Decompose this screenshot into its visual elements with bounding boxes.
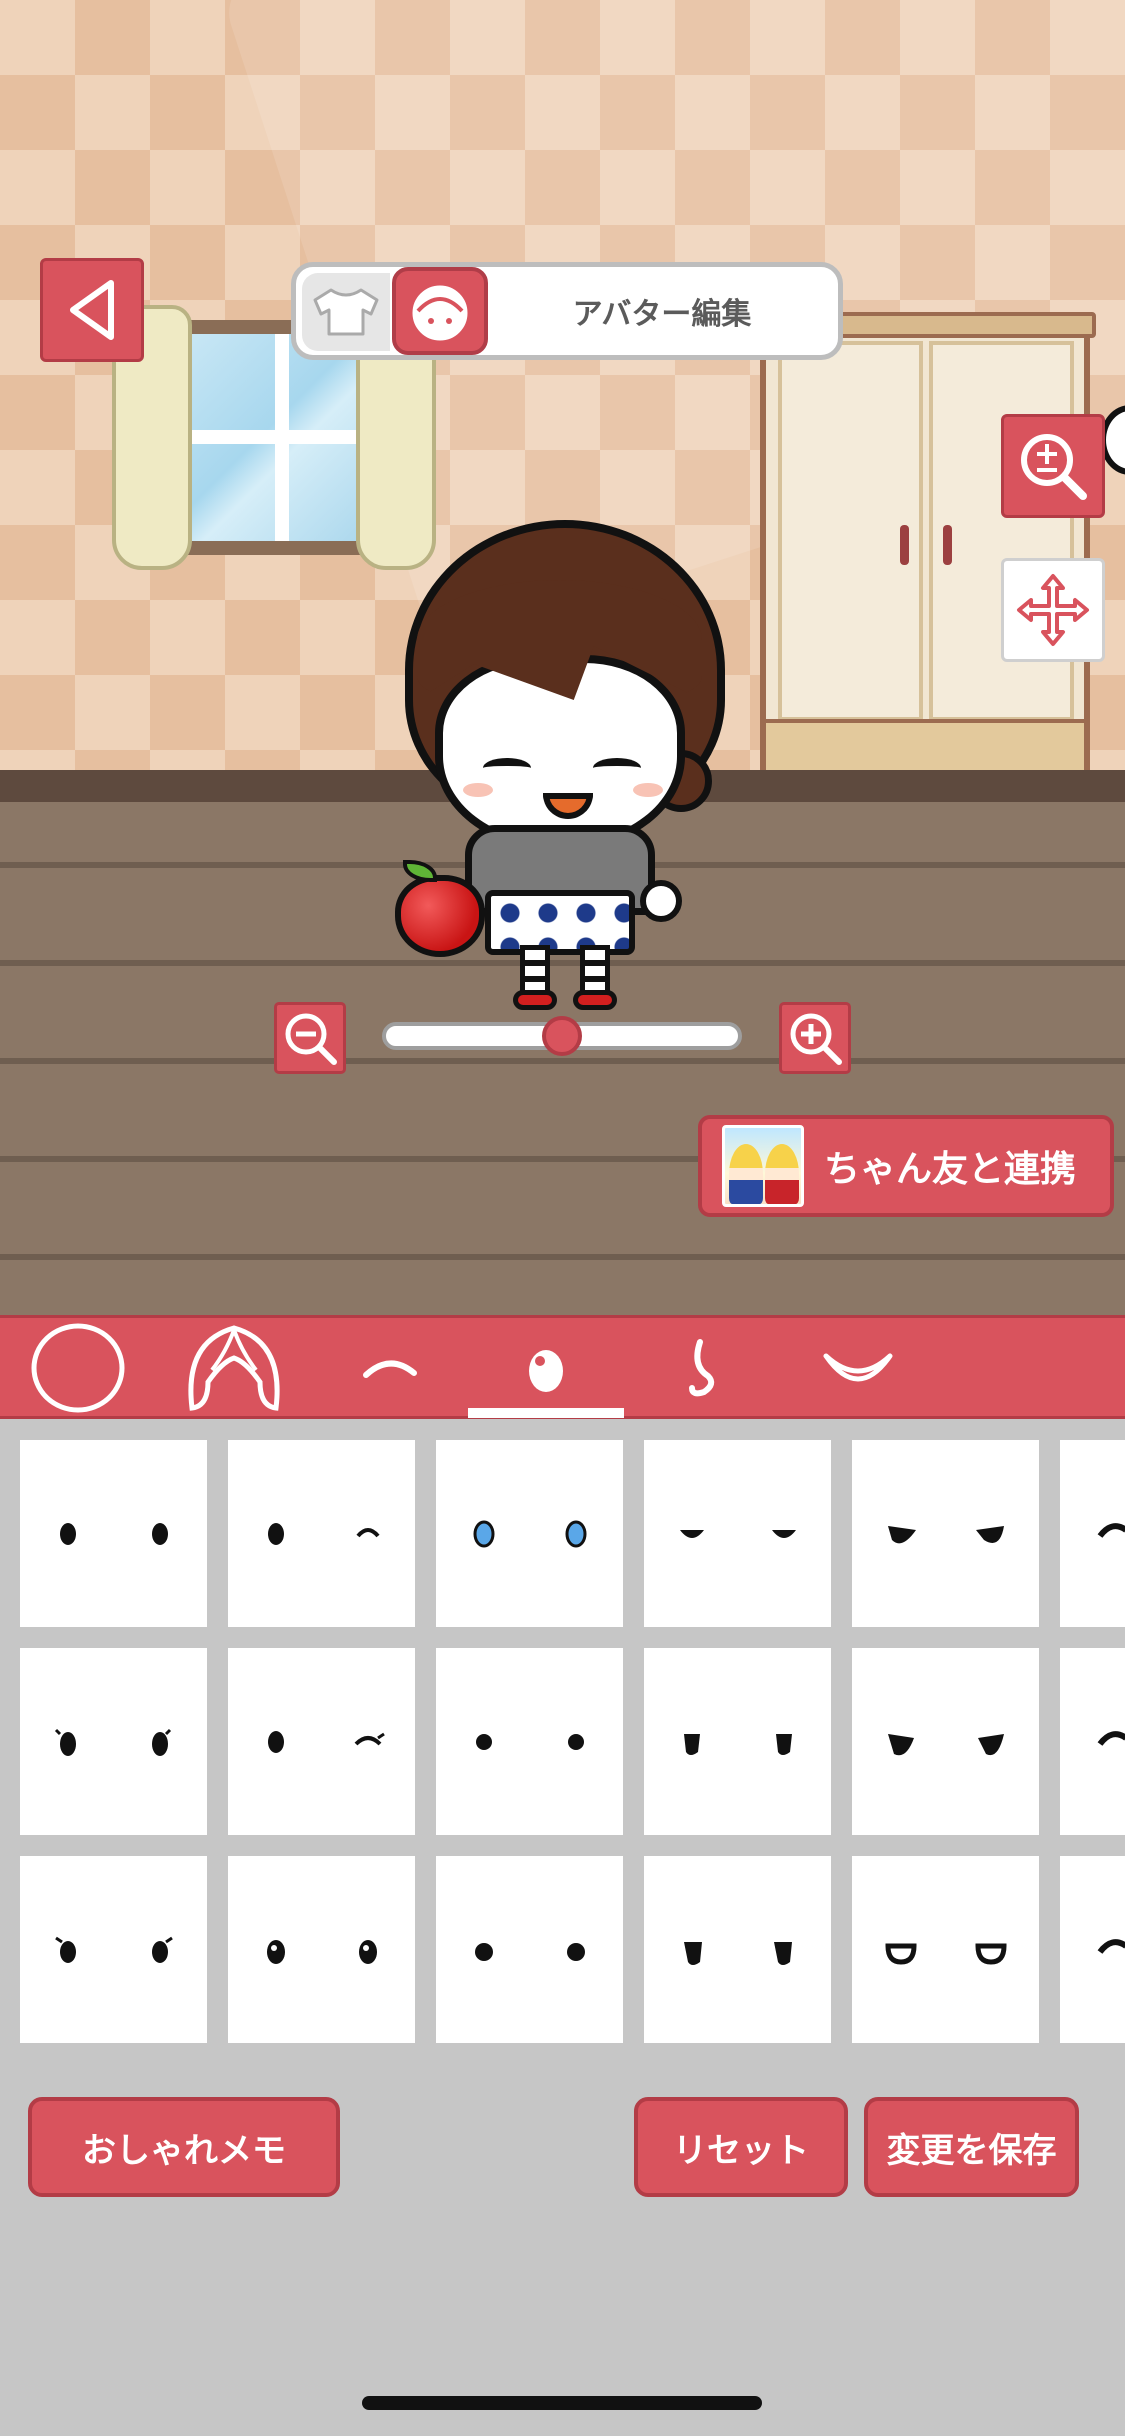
eye-style-icon [54, 1728, 172, 1756]
eye-style-icon [888, 1526, 1004, 1544]
page-title: アバター編集 [572, 297, 752, 332]
eye-option[interactable] [228, 1648, 415, 1835]
eye-style-icon [60, 1523, 168, 1545]
eye-option[interactable] [852, 1648, 1039, 1835]
eye-style-icon [268, 1523, 380, 1545]
avatar-character [395, 520, 725, 1010]
edit-mode-switch: アバター編集 [291, 262, 843, 360]
eye-option[interactable] [644, 1856, 831, 2043]
eye-option[interactable] [436, 1440, 623, 1627]
eye-style-icon [1097, 1939, 1125, 1954]
avatar-skirt [485, 890, 635, 955]
eye-style-icon [476, 1734, 584, 1750]
home-indicator [362, 2396, 762, 2410]
avatar-shoe [513, 990, 557, 1010]
avatar-mode-button[interactable] [392, 267, 488, 355]
zoom-toggle-button[interactable] [1001, 414, 1105, 518]
apple-leaf [403, 860, 437, 882]
face-outline-icon [31, 1323, 125, 1413]
zoom-slider[interactable] [382, 1016, 742, 1056]
hair-icon [188, 1325, 280, 1411]
eye-option[interactable] [852, 1440, 1039, 1627]
eye-option[interactable] [228, 1440, 415, 1627]
eye-option[interactable] [436, 1856, 623, 2043]
eye-option[interactable] [20, 1440, 207, 1627]
tab-eyebrow[interactable] [312, 1318, 468, 1418]
avatar-face-icon [412, 285, 468, 341]
chantomo-link-label: ちゃん友と連携 [824, 1149, 1077, 1190]
chantomo-link-button[interactable]: ちゃん友と連携 [698, 1115, 1114, 1217]
move-arrows-icon [1017, 574, 1089, 646]
avatar-cheek [633, 783, 663, 797]
eye-option[interactable] [20, 1856, 207, 2043]
clothes-icon [313, 288, 379, 336]
eye-style-icon [55, 1936, 173, 1963]
eye-option[interactable] [644, 1440, 831, 1627]
eye-style-icon [1097, 1731, 1125, 1746]
eye-style-icon [888, 1734, 1004, 1756]
fashion-memo-button[interactable]: おしゃれメモ [28, 2097, 340, 2197]
tab-mouth[interactable] [780, 1318, 936, 1418]
avatar-eye-left [483, 758, 531, 778]
eye-option[interactable] [644, 1648, 831, 1835]
part-category-tabs [0, 1315, 1125, 1419]
eye-option[interactable] [436, 1648, 623, 1835]
zoom-in-button[interactable] [779, 1002, 851, 1074]
eye-options-grid [20, 1440, 1125, 2044]
mouth-icon [823, 1353, 893, 1382]
eye-option[interactable] [20, 1648, 207, 1835]
nose-icon [689, 1339, 715, 1397]
avatar-eye-right [593, 758, 641, 778]
zoom-toggle-icon [1021, 434, 1087, 500]
eye-option[interactable] [1060, 1648, 1125, 1835]
eye-style-icon [268, 1731, 385, 1753]
clothes-mode-button[interactable] [302, 273, 390, 351]
chantomo-thumbnail [722, 1125, 804, 1207]
wardrobe [760, 315, 1090, 795]
zoom-out-button[interactable] [274, 1002, 346, 1074]
eye-option[interactable] [1060, 1440, 1125, 1627]
zoom-out-icon [285, 1013, 337, 1065]
eye-style-icon [475, 1943, 585, 1961]
eye-style-icon [680, 1530, 796, 1538]
back-arrow-icon [70, 280, 114, 340]
back-button[interactable] [40, 258, 144, 362]
eye-style-icon [684, 1942, 792, 1965]
avatar-hand [640, 880, 682, 922]
eye-style-icon [1097, 1523, 1125, 1538]
eyebrow-icon [363, 1360, 417, 1378]
avatar-mouth [543, 793, 593, 819]
save-changes-button[interactable]: 変更を保存 [864, 2097, 1079, 2197]
eye-style-icon [684, 1734, 792, 1755]
tab-face-outline[interactable] [0, 1318, 156, 1418]
avatar-cheek [463, 783, 493, 797]
eye-style-icon [473, 1520, 587, 1548]
eye-style-icon [267, 1940, 377, 1964]
zoom-slider-thumb[interactable] [542, 1016, 582, 1056]
eye-icon [529, 1350, 563, 1392]
eye-option[interactable] [228, 1856, 415, 2043]
tab-eye[interactable] [468, 1318, 624, 1418]
apple-item [395, 875, 485, 957]
avatar-shoe [573, 990, 617, 1010]
tab-hair[interactable] [156, 1318, 312, 1418]
eye-style-icon [885, 1943, 1007, 1965]
reset-button[interactable]: リセット [634, 2097, 848, 2197]
eye-option[interactable] [852, 1856, 1039, 2043]
eye-option[interactable] [1060, 1856, 1125, 2043]
zoom-in-icon [790, 1013, 842, 1065]
move-button[interactable] [1001, 558, 1105, 662]
tab-nose[interactable] [624, 1318, 780, 1418]
